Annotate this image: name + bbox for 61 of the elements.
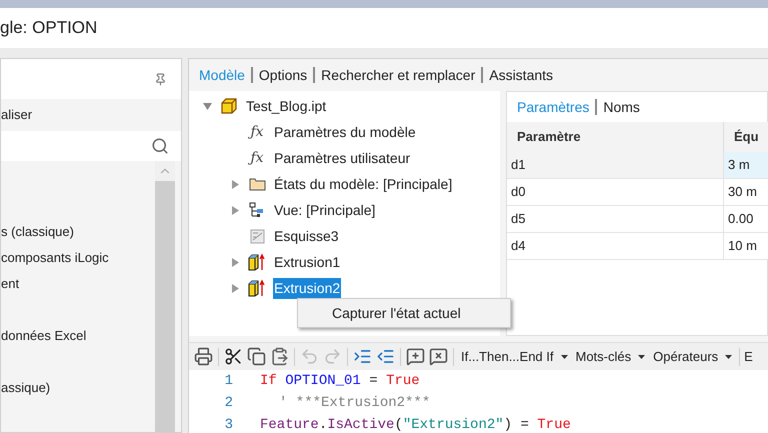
code-line: ' ***Extrusion2*** bbox=[278, 394, 430, 412]
table-cell: 0.00 bbox=[723, 206, 768, 233]
search-icon[interactable] bbox=[151, 137, 169, 155]
tab[interactable]: Options bbox=[258, 64, 308, 86]
dropdown-menu-button[interactable]: E bbox=[744, 346, 753, 366]
column-header[interactable]: Paramètre bbox=[507, 122, 723, 152]
table-cell: 3 m bbox=[723, 152, 768, 179]
extrusion-icon bbox=[248, 253, 266, 271]
tree-item[interactable]: Paramètres du modèle bbox=[273, 122, 417, 142]
expand-arrow-icon[interactable] bbox=[230, 206, 240, 214]
list-item[interactable]: aliser bbox=[1, 105, 32, 125]
tab[interactable]: Noms bbox=[603, 96, 640, 118]
folder-icon bbox=[248, 177, 266, 191]
pin-icon[interactable] bbox=[154, 72, 167, 86]
line-number: 2 bbox=[224, 394, 233, 412]
dropdown-menu-button[interactable]: Opérateurs bbox=[650, 346, 736, 366]
dropdown-menu-button[interactable]: If...Then...End If bbox=[458, 346, 570, 366]
tab[interactable]: Assistants bbox=[489, 64, 554, 86]
tree-item[interactable]: Vue: [Principale] bbox=[273, 200, 376, 220]
column-header[interactable]: Équ bbox=[723, 122, 768, 152]
list-item[interactable]: composants iLogic bbox=[1, 248, 109, 268]
dropdown-menu-button[interactable]: Mots-clés bbox=[572, 346, 648, 366]
line-number: 3 bbox=[224, 416, 233, 433]
line-number: 1 bbox=[224, 372, 233, 390]
tree-item[interactable]: Paramètres utilisateur bbox=[273, 148, 412, 168]
caret-icon bbox=[560, 354, 568, 358]
comment-add-button[interactable] bbox=[405, 346, 426, 367]
list-item[interactable]: données Excel bbox=[1, 326, 86, 346]
window-title: gle: OPTION bbox=[0, 17, 98, 40]
caret-icon bbox=[725, 354, 732, 358]
tree-item[interactable]: Extrusion1 bbox=[273, 252, 342, 272]
code-line: If OPTION_01 = True bbox=[260, 372, 420, 390]
tree-item[interactable]: Esquisse3 bbox=[273, 226, 340, 246]
list-item[interactable]: s (classique) bbox=[1, 222, 74, 242]
table-cell: 30 m bbox=[723, 179, 768, 206]
list-item[interactable]: assique) bbox=[1, 378, 50, 398]
extrusion-icon bbox=[248, 279, 266, 297]
scrollbar[interactable] bbox=[155, 161, 175, 432]
menu-item[interactable]: Capturer l'état actuel bbox=[298, 301, 510, 325]
tree-item[interactable]: Test_Blog.ipt bbox=[245, 96, 328, 116]
expand-arrow-icon[interactable] bbox=[230, 284, 240, 292]
tree-item[interactable]: Extrusion2 bbox=[273, 278, 342, 298]
hierarchy-icon bbox=[248, 202, 266, 218]
tab[interactable]: Paramètres bbox=[517, 96, 590, 118]
tab[interactable]: Rechercher et remplacer bbox=[321, 64, 476, 86]
collapse-arrow-icon[interactable] bbox=[202, 102, 212, 110]
caret-icon bbox=[638, 354, 646, 358]
copy-button[interactable] bbox=[246, 346, 267, 367]
expand-arrow-icon[interactable] bbox=[230, 258, 240, 266]
sketch-icon bbox=[248, 228, 266, 244]
print-button[interactable] bbox=[193, 346, 214, 367]
function-icon: ƒx bbox=[250, 125, 264, 139]
function-icon: ƒx bbox=[250, 151, 264, 165]
list-item[interactable]: ent bbox=[1, 274, 20, 294]
comment-remove-button[interactable] bbox=[428, 346, 449, 367]
tree-item[interactable]: États du modèle: [Principale] bbox=[273, 174, 454, 194]
table-cell: d1 bbox=[507, 152, 723, 179]
code-line: Feature.IsActive("Extrusion2") = True bbox=[260, 416, 571, 433]
table-cell: 10 m bbox=[723, 233, 768, 260]
cube-icon bbox=[220, 97, 238, 115]
expand-arrow-icon[interactable] bbox=[230, 180, 240, 188]
